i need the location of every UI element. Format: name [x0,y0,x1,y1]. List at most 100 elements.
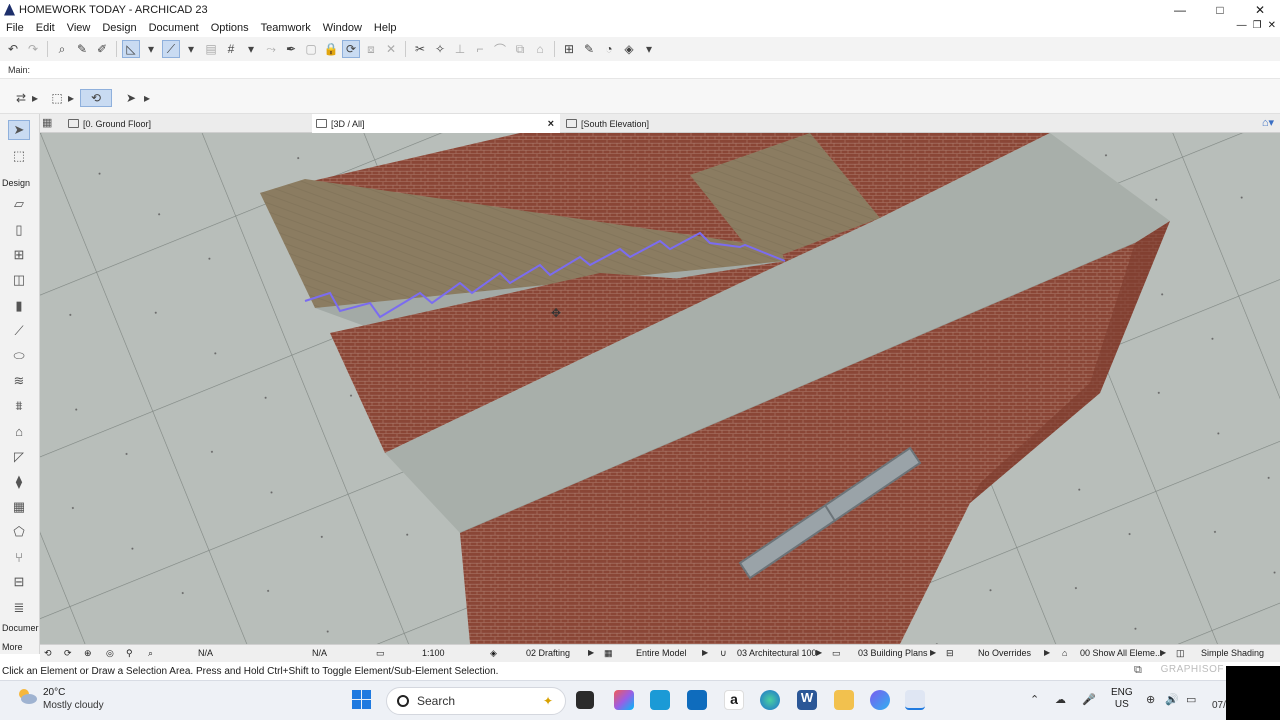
fillet-icon[interactable]: ⌒ [491,40,509,58]
menu-help[interactable]: Help [368,22,403,34]
wall-tool-icon[interactable]: ▱ [8,194,30,214]
menu-view[interactable]: View [61,22,97,34]
clock-date[interactable]: 07/ [1212,700,1226,711]
scissors-icon[interactable]: ✂ [411,40,429,58]
tab-ground-floor[interactable]: [0. Ground Floor] [64,114,309,133]
selection-method-icon[interactable]: ⇄ [12,89,30,107]
network-tray-icon[interactable]: ☁ [1055,693,1066,706]
graphic-override-value[interactable]: No Overrides [978,648,1031,658]
undo-icon[interactable]: ↶ [4,40,22,58]
object-tool-icon[interactable]: ◫ [8,270,30,290]
mvo-value[interactable]: 03 Building Plans [858,648,928,658]
word-app-icon[interactable]: W [797,690,817,710]
edge-browser-icon[interactable] [760,690,780,710]
copilot-app-icon[interactable] [614,690,634,710]
menu-options[interactable]: Options [205,22,255,34]
dropdown-arrow-icon[interactable]: ▸ [142,89,152,107]
stair-tool-icon[interactable]: ≋ [8,371,30,391]
window-tool-icon[interactable]: ⊞ [8,245,30,265]
slab-tool-icon[interactable]: ⬭ [8,346,30,366]
file-explorer-icon[interactable] [834,690,854,710]
explode-icon[interactable]: ✕ [382,40,400,58]
weather-description[interactable]: Mostly cloudy [43,700,104,711]
pick-up-parameters-icon[interactable]: ✎ [73,40,91,58]
angle-value[interactable]: N/A [312,648,327,658]
zone-tool-icon[interactable]: ⊟ [8,572,30,592]
find-select-icon[interactable]: ⌕ [53,40,71,58]
marquee-icon[interactable]: ⬚ [48,89,66,107]
render-icon[interactable]: ◈ [620,40,638,58]
skylight-tool-icon[interactable]: ⧫ [8,472,30,492]
zoom-value[interactable]: N/A [198,648,213,658]
menu-edit[interactable]: Edit [30,22,61,34]
tab-3d-all[interactable]: [3D / All] × [312,114,560,133]
tab-close-icon[interactable]: × [548,118,554,130]
lock-icon[interactable]: 🔒 [322,40,340,58]
menu-window[interactable]: Window [317,22,368,34]
inject-parameters-icon[interactable]: ✐ [93,40,111,58]
show-hidden-icons[interactable]: ⌃ [1030,693,1039,706]
tab-south-elevation[interactable]: [South Elevation] [562,114,810,133]
menu-teamwork[interactable]: Teamwork [255,22,317,34]
redo-icon[interactable]: ↷ [24,40,42,58]
offset-icon[interactable]: ⧉ [511,40,529,58]
windows-start-icon[interactable] [352,690,372,710]
taskbar-search-box[interactable]: Search ✦ [386,687,566,715]
marquee-tool-icon[interactable]: ⬚ [8,146,30,166]
dropdown-arrow-icon[interactable]: ▾ [242,40,260,58]
menu-file[interactable]: File [0,22,30,34]
minimize-button[interactable]: — [1160,0,1200,19]
menu-design[interactable]: Design [96,22,142,34]
curtain-wall-tool-icon[interactable]: ▦ [8,497,30,517]
door-tool-icon[interactable]: ▯ [8,220,30,240]
battery-tray-icon[interactable]: ▭ [1186,693,1196,706]
more-section-label[interactable]: More [2,642,23,652]
tab-overview-icon[interactable]: ▦ [42,116,58,130]
dropdown-arrow-icon[interactable]: ▾ [640,40,658,58]
renovation-filter-value[interactable]: 00 Show All Eleme... [1080,648,1163,658]
doc-close-icon[interactable]: ✕ [1268,20,1276,31]
dropdown-arrow-icon[interactable]: ▶ [1044,648,1050,657]
settings-app-icon[interactable] [870,690,890,710]
adjust-icon[interactable]: ⌐ [471,40,489,58]
orbit-icon[interactable]: ◎ [106,648,114,659]
3d-viewport[interactable]: ✥ [40,133,1280,644]
task-view-icon[interactable] [576,691,594,709]
trace-icon[interactable]: ⤳ [262,40,280,58]
navigator-popup-icon[interactable]: ⌂▾ [1262,116,1274,129]
mesh-tool-icon[interactable]: ≣ [8,598,30,618]
doc-restore-icon[interactable]: ❐ [1253,20,1262,31]
section-icon[interactable]: ⊞ [560,40,578,58]
split-icon[interactable]: ⊥ [451,40,469,58]
volume-tray-icon[interactable]: 🔊 [1165,693,1179,706]
zoom-fit-icon[interactable]: ⌕ [148,648,153,659]
dropdown-arrow-icon[interactable]: ▶ [588,648,594,657]
beam-tool-icon[interactable]: ⟋ [8,321,30,341]
dropdown-arrow-icon[interactable]: ▸ [66,89,76,107]
chair-object-tool-icon[interactable]: ⑂ [8,547,30,567]
maximize-button[interactable]: □ [1200,0,1240,19]
dropdown-arrow-icon[interactable]: ▾ [182,40,200,58]
undo-view-icon[interactable]: ⟲ [44,648,52,659]
model-view-value[interactable]: Entire Model [636,648,687,658]
morph-tool-icon[interactable]: ⬠ [8,522,30,542]
microphone-tray-icon[interactable]: 🎤 [1082,693,1096,706]
shading-value[interactable]: Simple Shading [1201,648,1264,658]
guide-lines-icon[interactable]: ⟋ [162,40,180,58]
doc-minimize-icon[interactable]: — [1237,20,1247,31]
rotate-tool-icon[interactable]: ⟲ [80,89,112,107]
teamwork-icon[interactable]: ◔ [600,40,618,58]
gravity-icon[interactable]: ▤ [202,40,220,58]
globe-tray-icon[interactable]: ⊕ [1146,693,1155,706]
shell-tool-icon[interactable]: ◸ [8,447,30,467]
hp-app-icon[interactable] [650,690,670,710]
pen-icon[interactable]: ✒ [282,40,300,58]
snap-guides-icon[interactable]: ◺ [122,40,140,58]
column-tool-icon[interactable]: ▮ [8,296,30,316]
dropdown-arrow-icon[interactable]: ▶ [702,648,708,657]
weather-temperature[interactable]: 20°C [43,687,65,698]
arrow-pointer-icon[interactable]: ➤ [122,89,140,107]
close-button[interactable]: ✕ [1240,0,1280,19]
store-app-icon[interactable] [687,690,707,710]
design-section-label[interactable]: Design [2,178,30,188]
